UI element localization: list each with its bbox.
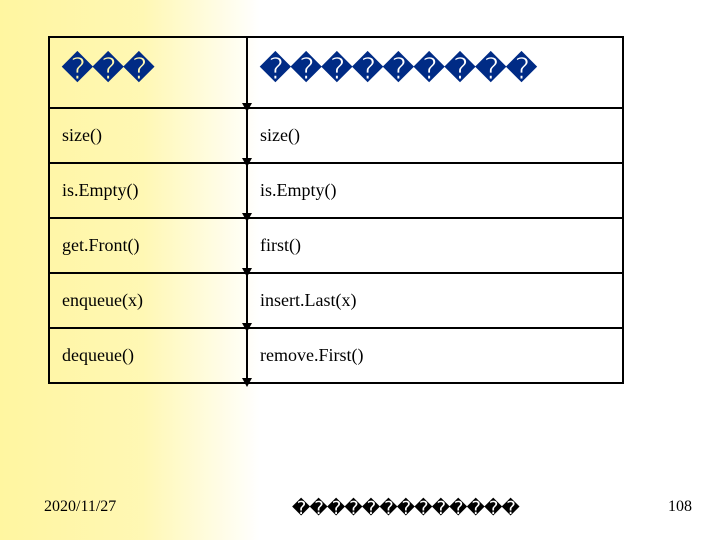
list-method: size() bbox=[248, 109, 624, 162]
table-row: dequeue() remove.First() bbox=[50, 329, 622, 384]
list-method: remove.First() bbox=[248, 329, 624, 382]
table-row: enqueue(x) insert.Last(x) bbox=[50, 274, 622, 329]
list-method: first() bbox=[248, 219, 624, 272]
slide-footer: 2020/11/27 ������������� 108 bbox=[0, 498, 720, 516]
queue-method: size() bbox=[50, 109, 248, 162]
queue-method: dequeue() bbox=[50, 329, 248, 382]
footer-date: 2020/11/27 bbox=[44, 498, 116, 516]
queue-method: get.Front() bbox=[50, 219, 248, 272]
queue-method: is.Empty() bbox=[50, 164, 248, 217]
header-col2: ��������� bbox=[248, 38, 624, 107]
table-header-row: ��� ��������� bbox=[50, 38, 622, 109]
table-row: get.Front() first() bbox=[50, 219, 622, 274]
method-mapping-table: ��� ��������� size() size() is.Empty() i… bbox=[48, 36, 624, 384]
table-row: is.Empty() is.Empty() bbox=[50, 164, 622, 219]
slide: ��� ��������� size() size() is.Empty() i… bbox=[0, 0, 720, 540]
footer-page-number: 108 bbox=[668, 498, 692, 516]
footer-center-text: ������������� bbox=[292, 498, 519, 519]
table-row: size() size() bbox=[50, 109, 622, 164]
header-col1: ��� bbox=[50, 38, 248, 107]
queue-method: enqueue(x) bbox=[50, 274, 248, 327]
list-method: insert.Last(x) bbox=[248, 274, 624, 327]
list-method: is.Empty() bbox=[248, 164, 624, 217]
